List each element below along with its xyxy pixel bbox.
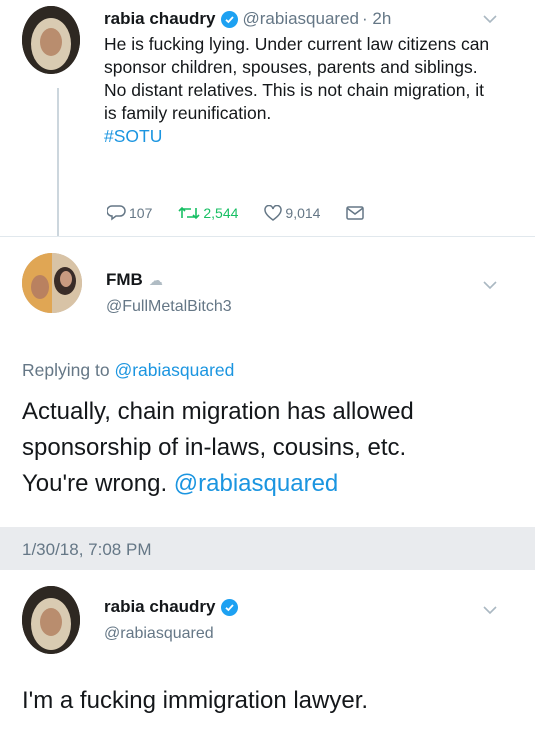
tweet-text-line: Actually, chain migration has allowed xyxy=(22,398,414,425)
tweet-text-line: sponsorship of in-laws, cousins, etc. xyxy=(22,434,407,461)
replying-to-line: Replying to @rabiasquared xyxy=(22,360,234,381)
avatar-image xyxy=(22,586,80,654)
avatar-fmb[interactable] xyxy=(22,253,82,313)
tweet-card-original[interactable]: rabia chaudry @rabiasquared · 2h He is f… xyxy=(0,0,535,248)
avatar-image xyxy=(22,253,82,313)
retweet-icon xyxy=(178,206,200,219)
reply-count: 107 xyxy=(129,204,153,221)
avatar-image xyxy=(22,6,80,74)
tweet-time[interactable]: · 2h xyxy=(362,9,391,29)
tweet-card-response[interactable]: rabia chaudry @rabiasquared I'm a fuckin… xyxy=(0,570,535,736)
chevron-down-icon[interactable] xyxy=(483,15,497,24)
like-button[interactable]: 9,014 xyxy=(264,204,321,221)
tweet-timestamp[interactable]: 1/30/18, 7:08 PM xyxy=(22,540,151,560)
direct-message-button[interactable] xyxy=(346,205,367,220)
author-name[interactable]: rabia chaudry xyxy=(104,9,216,29)
mail-icon xyxy=(346,205,365,220)
retweet-count: 2,544 xyxy=(203,204,239,221)
replying-to-handle[interactable]: @rabiasquared xyxy=(114,360,234,380)
cloud-emoji-icon: ☁ xyxy=(148,271,163,288)
tweet-text-line: You're wrong. @rabiasquared xyxy=(22,466,527,502)
reply-icon xyxy=(107,205,126,221)
author-handle[interactable]: @FullMetalBitch3 xyxy=(106,298,232,316)
verified-badge-icon xyxy=(220,10,238,28)
tweet-card-reply[interactable]: FMB ☁ @FullMetalBitch3 Replying to @rabi… xyxy=(0,237,535,527)
hashtag-link[interactable]: #SOTU xyxy=(104,126,162,146)
heart-icon xyxy=(264,204,283,221)
like-count: 9,014 xyxy=(285,204,321,221)
thread-connector-line xyxy=(57,88,59,248)
tweet-text: Actually, chain migration has allowed sp… xyxy=(22,394,527,502)
author-name[interactable]: rabia chaudry xyxy=(104,597,216,617)
reply-button[interactable]: 107 xyxy=(107,204,152,221)
author-handle[interactable]: @rabiasquared xyxy=(104,625,214,643)
tweet-body: He is fucking lying. Under current law c… xyxy=(104,34,490,123)
chevron-down-icon[interactable] xyxy=(483,281,497,290)
retweet-button[interactable]: 2,544 xyxy=(178,205,238,221)
verified-badge-icon xyxy=(220,598,238,616)
tweet-text: I'm a fucking immigration lawyer. xyxy=(22,687,369,714)
avatar-rabia[interactable] xyxy=(22,6,80,74)
mention-link[interactable]: @rabiasquared xyxy=(174,470,338,497)
author-name[interactable]: FMB xyxy=(106,270,143,290)
author-handle[interactable]: @rabiasquared xyxy=(243,9,360,29)
tweet-text-plain: You're wrong. xyxy=(22,470,174,497)
tweet-text: He is fucking lying. Under current law c… xyxy=(104,33,499,148)
avatar-rabia[interactable] xyxy=(22,586,80,654)
chevron-down-icon[interactable] xyxy=(483,606,497,615)
replying-to-label: Replying to xyxy=(22,360,110,380)
